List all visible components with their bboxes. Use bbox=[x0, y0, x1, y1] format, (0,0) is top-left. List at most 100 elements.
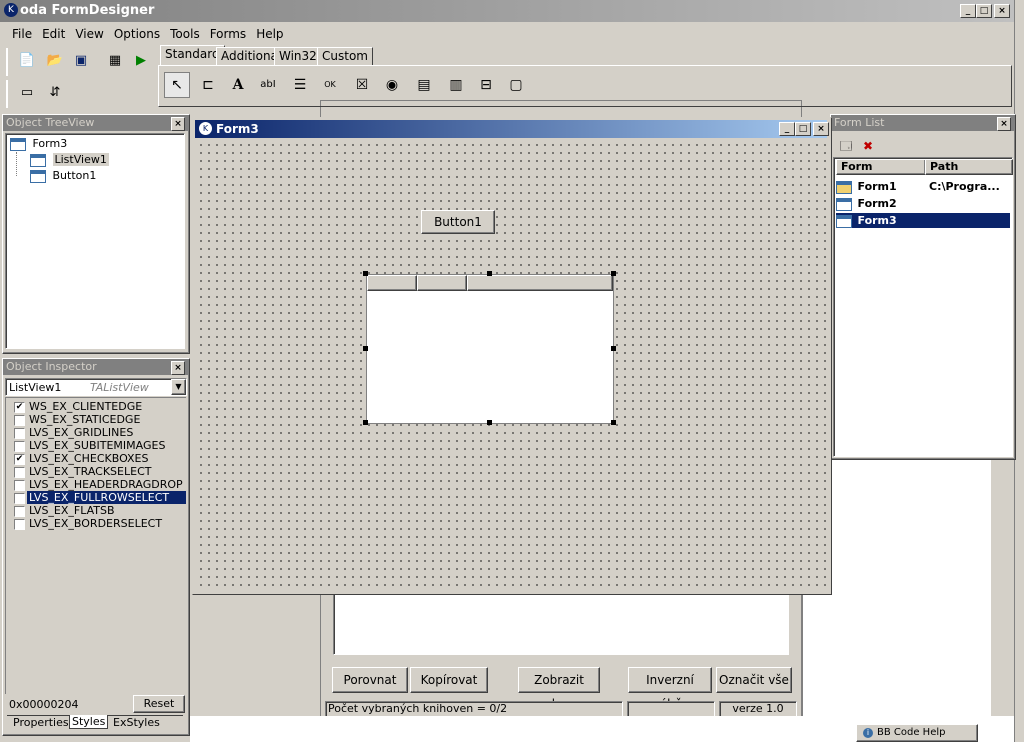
invert-selection-button[interactable]: Inverzní výběr bbox=[628, 667, 712, 711]
label-icon[interactable]: A bbox=[226, 73, 250, 97]
form3-close-button[interactable]: × bbox=[813, 122, 829, 136]
listbox-icon[interactable]: ▤ bbox=[412, 73, 436, 97]
listview1-control[interactable] bbox=[366, 274, 614, 424]
checkbox[interactable] bbox=[14, 467, 25, 478]
copy-button[interactable]: Kopírovat bbox=[410, 667, 488, 693]
button-icon[interactable]: OK bbox=[318, 73, 342, 97]
tab-win32[interactable]: Win32 bbox=[274, 47, 322, 65]
checkbox[interactable] bbox=[14, 493, 25, 504]
maximize-button[interactable]: □ bbox=[976, 4, 992, 18]
resize-handle[interactable] bbox=[487, 420, 492, 425]
flag-label: LVS_EX_TRACKSELECT bbox=[29, 465, 152, 478]
resize-handle[interactable] bbox=[363, 420, 368, 425]
menu-help[interactable]: Help bbox=[256, 27, 283, 41]
reset-button[interactable]: Reset bbox=[133, 695, 185, 713]
compare-button[interactable]: Porovnat bbox=[332, 667, 408, 693]
scrollbar-icon[interactable]: ⊟ bbox=[474, 73, 498, 97]
button1-control[interactable]: Button1 bbox=[421, 210, 495, 234]
treeview-close-button[interactable]: × bbox=[171, 117, 185, 131]
flag-checkbox[interactable] bbox=[14, 506, 26, 518]
flag-checkbox[interactable] bbox=[14, 428, 26, 440]
bbcode-help-button[interactable]: i BB Code Help bbox=[856, 724, 978, 742]
compile-icon[interactable]: ▦ bbox=[104, 50, 126, 72]
menu-file[interactable]: File bbox=[12, 27, 32, 41]
tab-custom[interactable]: Custom bbox=[317, 47, 373, 65]
tab-standard[interactable]: Standard bbox=[160, 45, 225, 65]
object-selector[interactable]: ListView1 TAListView ▼ bbox=[5, 378, 187, 396]
resize-handle[interactable] bbox=[363, 271, 368, 276]
menu-view[interactable]: View bbox=[75, 27, 103, 41]
bbcode-help-label: BB Code Help bbox=[877, 727, 946, 738]
radiobutton-icon[interactable]: ◉ bbox=[380, 73, 404, 97]
formlist-row[interactable]: Form2 bbox=[836, 196, 1010, 211]
resize-handle[interactable] bbox=[363, 346, 368, 351]
form3-minimize-button[interactable]: _ bbox=[779, 122, 795, 136]
resize-handle[interactable] bbox=[611, 346, 616, 351]
tree-node-button[interactable]: Button1 bbox=[30, 169, 96, 183]
flag-checkbox[interactable]: ✔ bbox=[14, 454, 26, 466]
checkbox[interactable]: ✔ bbox=[14, 402, 25, 413]
formlist-row[interactable]: Form1 C:\Progra... bbox=[836, 179, 1010, 194]
formlist-row-selected[interactable]: Form3 bbox=[836, 213, 1010, 228]
tab-exstyles[interactable]: ExStyles bbox=[113, 716, 160, 729]
checkbox-icon[interactable]: ☒ bbox=[350, 73, 374, 97]
checkbox[interactable]: ✔ bbox=[14, 454, 25, 465]
tree-node-listview[interactable]: ListView1 bbox=[30, 153, 109, 167]
flag-checkbox[interactable] bbox=[14, 441, 26, 453]
edit-icon[interactable]: abI bbox=[256, 73, 280, 97]
groupbox-icon[interactable]: ▢ bbox=[504, 73, 528, 97]
menu-forms[interactable]: Forms bbox=[210, 27, 246, 41]
flag-checkbox[interactable] bbox=[14, 467, 26, 479]
form3-maximize-button[interactable]: □ bbox=[795, 122, 811, 136]
flag-checkbox[interactable] bbox=[14, 493, 26, 505]
run-icon[interactable]: ▶ bbox=[130, 50, 152, 72]
formlist-close-button[interactable]: × bbox=[997, 117, 1011, 131]
flag-checkbox[interactable] bbox=[14, 480, 26, 492]
formlist-table: Form Path Form1 C:\Progra... Form2 Form3 bbox=[833, 157, 1013, 457]
select-all-button[interactable]: Označit vše bbox=[716, 667, 792, 693]
combobox-icon[interactable]: ▥ bbox=[444, 73, 468, 97]
column-form-header[interactable]: Form bbox=[836, 159, 926, 175]
chevron-down-icon[interactable]: ▼ bbox=[171, 379, 186, 395]
column-path-header[interactable]: Path bbox=[925, 159, 1013, 175]
show-windows-button[interactable]: Zobrazit okna bbox=[518, 667, 600, 711]
checkbox[interactable] bbox=[14, 480, 25, 491]
resize-handle[interactable] bbox=[611, 271, 616, 276]
memo-icon[interactable]: ☰ bbox=[288, 73, 312, 97]
minimize-button[interactable]: _ bbox=[960, 4, 976, 18]
checkbox[interactable] bbox=[14, 428, 25, 439]
tab-properties[interactable]: Properties bbox=[13, 716, 69, 729]
checkbox[interactable] bbox=[14, 506, 25, 517]
mainmenu-icon[interactable]: ⊏ bbox=[196, 73, 220, 97]
flag-checkbox[interactable]: ✔ bbox=[14, 402, 26, 414]
menu-edit[interactable]: Edit bbox=[42, 27, 65, 41]
remove-form-icon[interactable]: ✖ bbox=[857, 135, 879, 157]
design-grid[interactable]: Button1 bbox=[195, 139, 827, 591]
new-icon[interactable]: 📄 bbox=[16, 50, 38, 72]
checkbox[interactable] bbox=[14, 441, 25, 452]
inspector-close-button[interactable]: × bbox=[171, 361, 185, 375]
tab-order-icon[interactable]: ⇵ bbox=[44, 82, 66, 104]
checkbox[interactable] bbox=[14, 415, 25, 426]
form-icon bbox=[10, 137, 26, 151]
flag-checkbox[interactable] bbox=[14, 519, 26, 531]
resize-handle[interactable] bbox=[487, 271, 492, 276]
flag-label: LVS_EX_SUBITEMIMAGES bbox=[29, 439, 166, 452]
treeview-panel: Object TreeView × Form3 ListView1 Button… bbox=[2, 114, 190, 354]
save-icon[interactable]: ▣ bbox=[70, 50, 92, 72]
listview-column-header[interactable] bbox=[467, 275, 613, 291]
open-icon[interactable]: 📂 bbox=[44, 50, 66, 72]
add-form-icon[interactable]: 🗔 bbox=[835, 135, 857, 157]
tree-node-root[interactable]: Form3 bbox=[10, 137, 67, 151]
listview-column-header[interactable] bbox=[367, 275, 417, 291]
flag-checkbox[interactable] bbox=[14, 415, 26, 427]
pointer-icon[interactable]: ↖ bbox=[164, 72, 190, 98]
checkbox[interactable] bbox=[14, 519, 25, 530]
close-button[interactable]: × bbox=[994, 4, 1010, 18]
resize-handle[interactable] bbox=[611, 420, 616, 425]
menu-tools[interactable]: Tools bbox=[170, 27, 200, 41]
tab-styles[interactable]: Styles bbox=[69, 715, 109, 729]
menu-options[interactable]: Options bbox=[114, 27, 160, 41]
form-icon[interactable]: ▭ bbox=[16, 82, 38, 104]
listview-column-header[interactable] bbox=[417, 275, 467, 291]
